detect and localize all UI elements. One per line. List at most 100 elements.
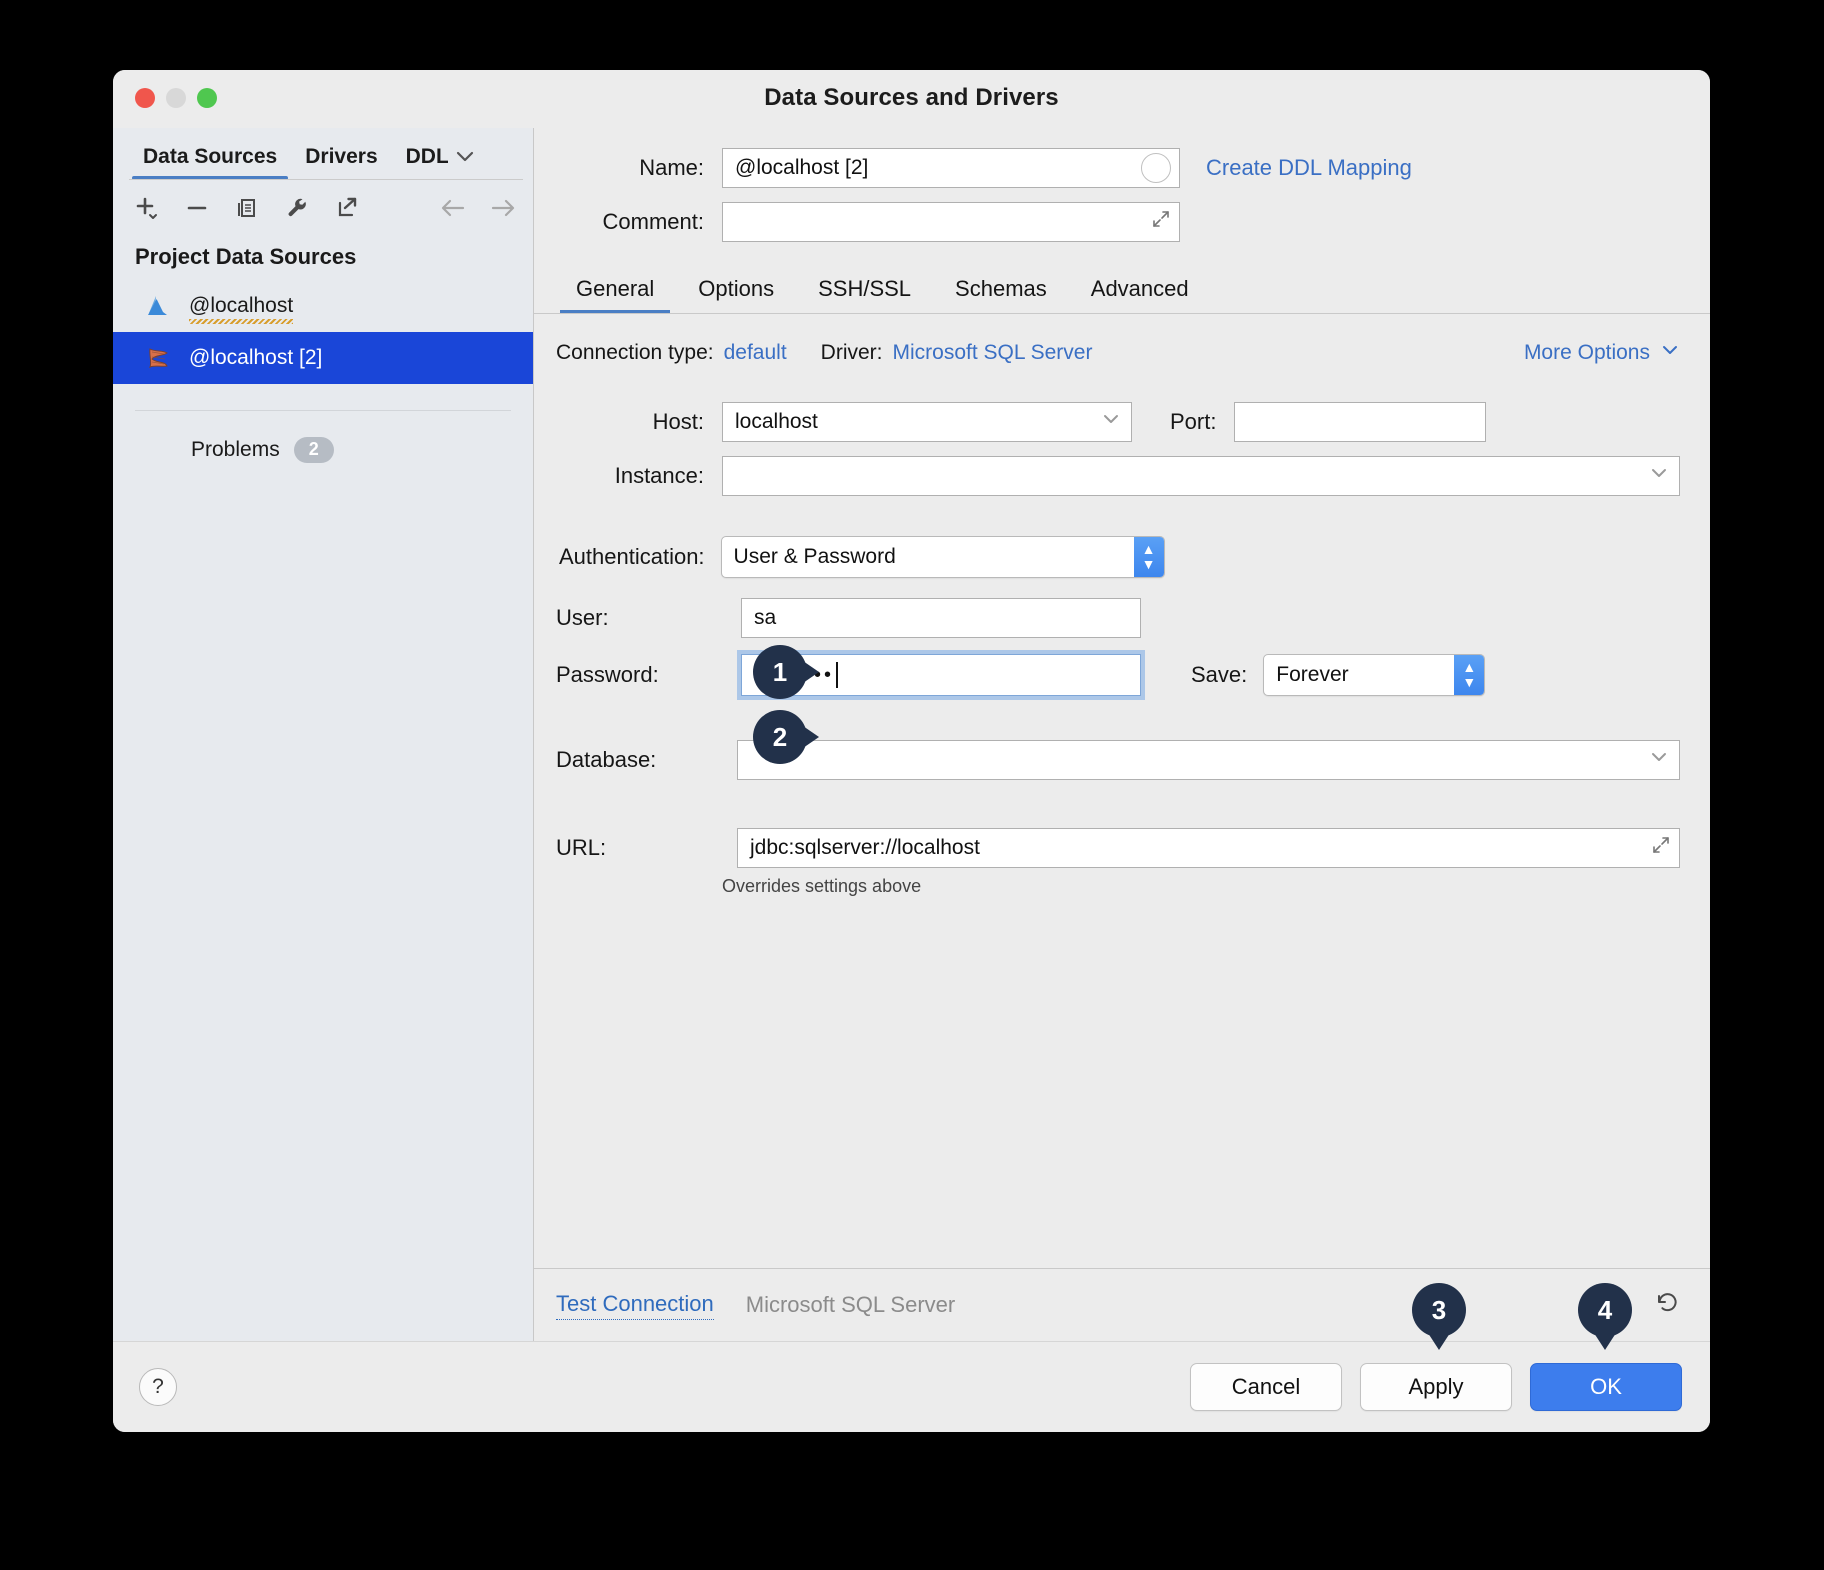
instance-label: Instance:: [614, 463, 704, 488]
callout-badge-1: 1: [753, 645, 807, 699]
save-label: Save:: [1191, 662, 1248, 687]
problems-label: Problems: [191, 437, 280, 461]
driver-label: Driver:: [820, 341, 883, 364]
callout-badge-3: 3: [1412, 1283, 1466, 1337]
window-titlebar: Data Sources and Drivers: [113, 70, 1710, 128]
tab-advanced[interactable]: Advanced: [1069, 276, 1211, 314]
name-row: Name: @localhost [2] Create DDL Mapping: [556, 148, 1680, 188]
test-connection-bar: Test Connection Microsoft SQL Server: [534, 1268, 1710, 1341]
ok-button[interactable]: OK: [1530, 1363, 1682, 1411]
revert-icon[interactable]: [1654, 1289, 1682, 1322]
instance-input[interactable]: [722, 456, 1680, 496]
url-row: URL: jdbc:sqlserver://localhost: [556, 828, 1680, 868]
tab-ssh-ssl[interactable]: SSH/SSL: [796, 276, 933, 314]
chevron-down-icon: ▼: [1462, 674, 1477, 690]
tab-general[interactable]: General: [554, 276, 676, 314]
project-data-sources-label: Project Data Sources: [135, 244, 357, 269]
expand-icon[interactable]: [1651, 835, 1671, 861]
comment-row: Comment:: [556, 202, 1680, 242]
comment-input[interactable]: [722, 202, 1180, 242]
password-row: Password: •••••••• Save: Forever ▲ ▼: [556, 654, 1680, 696]
callout-badge-2: 2: [753, 710, 807, 764]
sidebar-item-problems[interactable]: Problems 2: [113, 411, 533, 463]
host-input[interactable]: localhost: [722, 402, 1132, 442]
comment-label: Comment:: [602, 209, 704, 234]
screenshot-root: Data Sources and Drivers Data Sources Dr…: [0, 0, 1824, 1570]
name-input[interactable]: @localhost [2]: [722, 148, 1180, 188]
host-label: Host:: [652, 409, 704, 434]
port-label: Port:: [1170, 409, 1217, 434]
top-fields: Name: @localhost [2] Create DDL Mapping …: [534, 128, 1710, 256]
copy-icon[interactable]: [233, 194, 261, 222]
expand-icon[interactable]: [1151, 209, 1171, 235]
more-options-label: More Options: [1523, 341, 1650, 364]
sidebar-toolbar: [113, 180, 533, 236]
user-input-value: sa: [754, 606, 777, 629]
stepper-icon[interactable]: ▲ ▼: [1133, 537, 1164, 577]
chevron-up-icon: ▲: [1141, 541, 1156, 558]
chevron-up-icon: ▲: [1462, 659, 1477, 676]
details-tab-bar: General Options SSH/SSL Schemas Advanced: [534, 256, 1710, 314]
user-input[interactable]: sa: [741, 598, 1141, 638]
sidebar: Data Sources Drivers DDL Mappings: [113, 128, 534, 1341]
window-title: Data Sources and Drivers: [764, 84, 1059, 111]
name-label: Name:: [639, 155, 704, 180]
list-item-localhost-2[interactable]: @localhost [2]: [113, 332, 533, 384]
database-row: Database:: [556, 740, 1680, 780]
sidebar-tab-bar: Data Sources Drivers DDL Mappings: [113, 128, 533, 180]
chevron-down-icon: [1660, 340, 1680, 366]
microsoft-sql-server-icon: [143, 343, 173, 373]
stepper-icon[interactable]: ▲ ▼: [1454, 655, 1485, 695]
password-label: Password:: [556, 662, 659, 687]
tab-schemas[interactable]: Schemas: [933, 276, 1069, 314]
test-connection-link[interactable]: Test Connection: [556, 1291, 714, 1320]
chevron-down-icon[interactable]: [454, 145, 476, 180]
cancel-button[interactable]: Cancel: [1190, 1363, 1342, 1411]
callout-badge-4: 4: [1578, 1283, 1632, 1337]
more-options-button[interactable]: More Options: [1524, 340, 1680, 366]
remove-icon[interactable]: [183, 194, 211, 222]
port-input[interactable]: [1234, 402, 1487, 442]
chevron-down-icon: ▼: [1141, 556, 1156, 572]
data-sources-and-drivers-window: Data Sources and Drivers Data Sources Dr…: [113, 70, 1710, 1432]
user-row: User: sa: [556, 598, 1680, 638]
tab-drivers[interactable]: Drivers: [291, 145, 391, 180]
name-input-value: @localhost [2]: [735, 156, 869, 179]
callout-number: 2: [753, 710, 807, 764]
apply-button[interactable]: Apply: [1360, 1363, 1512, 1411]
url-label: URL:: [556, 835, 607, 860]
tab-ddl-mappings[interactable]: DDL Mappings: [392, 145, 448, 180]
footer-buttons: Cancel Apply OK: [1190, 1363, 1682, 1411]
authentication-label: Authentication:: [559, 544, 705, 569]
authentication-select[interactable]: User & Password ▲ ▼: [720, 536, 1165, 578]
callout-number: 1: [753, 645, 807, 699]
user-label: User:: [556, 605, 609, 630]
url-input-value: jdbc:sqlserver://localhost: [750, 836, 980, 859]
chevron-down-icon: [1101, 409, 1121, 435]
database-input[interactable]: [737, 740, 1680, 780]
url-hint: Overrides settings above: [722, 876, 922, 896]
list-item-localhost[interactable]: @localhost: [113, 280, 533, 332]
arrow-left-icon[interactable]: [439, 194, 467, 222]
tab-options[interactable]: Options: [676, 276, 796, 314]
problems-count-badge: 2: [293, 437, 334, 463]
help-button[interactable]: ?: [139, 1368, 177, 1406]
host-row: Host: localhost Port:: [556, 402, 1680, 442]
driver-note: Microsoft SQL Server: [745, 1292, 956, 1317]
callout-number: 4: [1578, 1283, 1632, 1337]
instance-row: Instance:: [556, 456, 1680, 496]
arrow-right-icon[interactable]: [489, 194, 517, 222]
empty-circle-icon[interactable]: [1141, 153, 1171, 183]
save-select[interactable]: Forever ▲ ▼: [1263, 654, 1486, 696]
authentication-row: Authentication: User & Password ▲ ▼: [556, 536, 1680, 578]
list-item-label: @localhost: [189, 294, 294, 324]
driver-value[interactable]: Microsoft SQL Server: [893, 341, 1093, 365]
add-icon[interactable]: [133, 194, 161, 222]
connection-type-value[interactable]: default: [724, 341, 787, 365]
create-ddl-mapping-link[interactable]: Create DDL Mapping: [1206, 155, 1412, 181]
callout-number: 3: [1412, 1283, 1466, 1337]
share-icon[interactable]: [333, 194, 361, 222]
url-input[interactable]: jdbc:sqlserver://localhost: [737, 828, 1680, 868]
wrench-icon[interactable]: [283, 194, 311, 222]
tab-data-sources[interactable]: Data Sources: [129, 145, 291, 180]
